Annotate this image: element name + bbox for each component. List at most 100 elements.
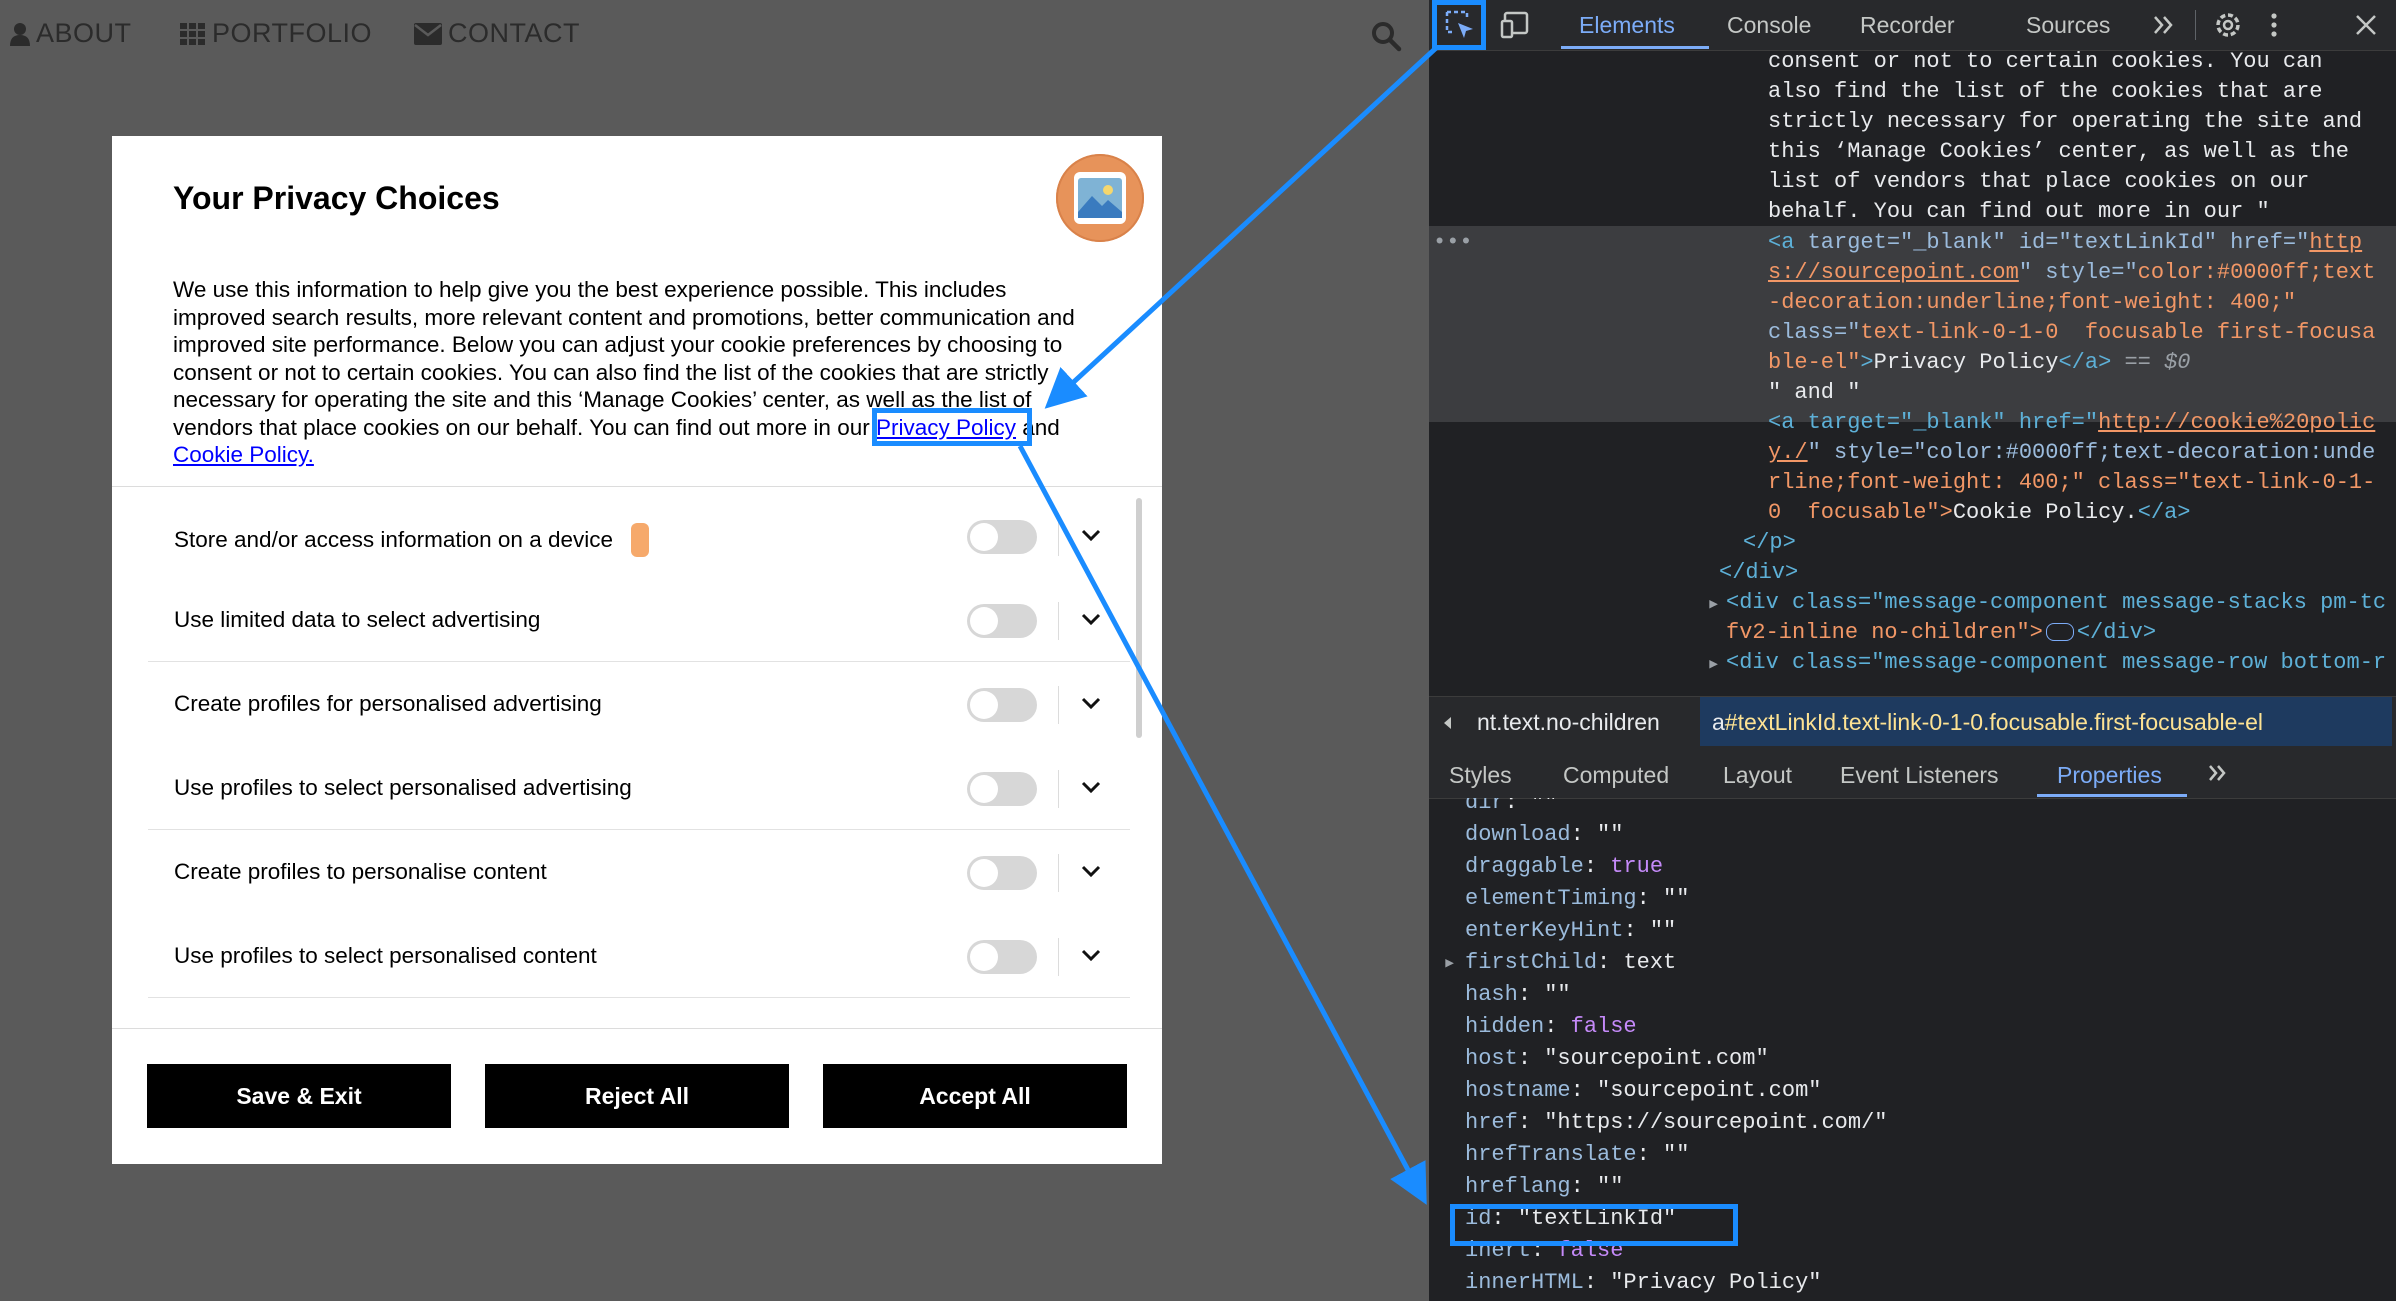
chevron-down-icon[interactable]: [1080, 944, 1102, 966]
more-tabs-icon[interactable]: [2147, 8, 2181, 42]
tab-styles[interactable]: Styles: [1449, 762, 1512, 789]
selected-anchor-line2: s://sourcepoint.com" style="color:#0000f…: [1768, 260, 2376, 285]
tab-properties[interactable]: Properties: [2057, 762, 2162, 789]
cookie-href-part2[interactable]: y./: [1768, 440, 1808, 465]
gear-icon[interactable]: [2211, 8, 2245, 42]
property-row[interactable]: download: "": [1465, 822, 1623, 847]
property-row[interactable]: hreflang: "": [1465, 1174, 1623, 1199]
user-icon: [10, 22, 30, 46]
chevron-down-icon[interactable]: [1080, 524, 1102, 546]
more-sidebar-tabs-icon[interactable]: [2203, 758, 2233, 793]
chevron-down-icon[interactable]: [1080, 776, 1102, 798]
chevron-down-icon[interactable]: [1080, 860, 1102, 882]
cookie-anchor-open: <a target="_blank" href=": [1768, 410, 2099, 435]
chevron-down-icon[interactable]: [1080, 692, 1102, 714]
purpose-label-wrap: Use profiles to select personalised cont…: [174, 943, 597, 969]
device-toolbar-icon[interactable]: [1499, 8, 1533, 42]
nav-contact[interactable]: CONTACT: [414, 18, 580, 49]
property-value: "sourcepoint.com": [1597, 1078, 1822, 1103]
class-value-part1: text-link-0-1-0 focusable first-focusa: [1860, 320, 2376, 345]
property-value: text: [1623, 950, 1677, 975]
purpose-toggle[interactable]: [967, 856, 1037, 890]
cookie-class-end: 0 focusable">: [1768, 500, 1953, 525]
active-sidebar-tab-indicator: [2037, 794, 2187, 797]
property-value: "": [1663, 1142, 1690, 1167]
expand-triangle-icon[interactable]: ▸: [1443, 950, 1456, 976]
purpose-row[interactable]: Use limited data to select advertising: [138, 578, 1130, 662]
dialog-title: Your Privacy Choices: [173, 180, 500, 216]
div-row-line[interactable]: <div class="message-component message-ro…: [1726, 648, 2386, 678]
node-actions-ellipsis[interactable]: •••: [1433, 228, 1473, 258]
href-link-part2[interactable]: s://sourcepoint.com: [1768, 260, 2019, 285]
row-divider: [148, 997, 1130, 998]
purpose-toggle[interactable]: [967, 940, 1037, 974]
purpose-toggle[interactable]: [967, 772, 1037, 806]
purpose-row[interactable]: Create profiles for personalised adverti…: [138, 662, 1118, 746]
href-link-part1[interactable]: http: [2309, 230, 2362, 255]
close-icon[interactable]: [2349, 8, 2383, 42]
chevron-left-icon[interactable]: [1439, 711, 1457, 729]
property-row[interactable]: hostname: "sourcepoint.com": [1465, 1078, 1821, 1103]
nav-portfolio[interactable]: PORTFOLIO: [180, 18, 372, 49]
reject-all-button[interactable]: Reject All: [485, 1064, 789, 1128]
tab-layout[interactable]: Layout: [1723, 762, 1792, 789]
purpose-row[interactable]: Use profiles to select personalised adve…: [138, 746, 1130, 830]
tab-recorder[interactable]: Recorder: [1860, 12, 1955, 39]
property-row[interactable]: dir: "": [1465, 798, 1557, 815]
property-key: firstChild: [1465, 950, 1598, 975]
tab-console[interactable]: Console: [1727, 12, 1811, 39]
cookie-anchor-line4: 0 focusable">Cookie Policy.</a>: [1768, 498, 2191, 528]
purpose-toggle[interactable]: [967, 688, 1037, 722]
cookie-anchor-text: Cookie Policy.: [1952, 500, 2138, 525]
property-key: innerHTML: [1465, 1270, 1584, 1295]
nav-about[interactable]: ABOUT: [10, 18, 132, 49]
property-row[interactable]: elementTiming: "": [1465, 886, 1689, 911]
nav-portfolio-label: PORTFOLIO: [212, 18, 373, 48]
breadcrumb-selector: #textLinkId.text-link-0-1-0.focusable.fi…: [1724, 709, 2263, 735]
cookie-style: " style="color:#0000ff;text-decoration:u…: [1807, 440, 2376, 465]
cookie-href-part1[interactable]: http://cookie%20polic: [2098, 410, 2375, 435]
div-stacks-line2: fv2-inline no-children"> </div>: [1726, 618, 2156, 648]
search-icon[interactable]: [1370, 20, 1402, 52]
kebab-menu-icon[interactable]: [2257, 8, 2291, 42]
div-stacks-line1[interactable]: <div class="message-component message-st…: [1726, 588, 2386, 618]
purpose-row[interactable]: Store and/or access information on a dev…: [138, 494, 1118, 578]
cookie-anchor-line1[interactable]: <a target="_blank" href="http://cookie%2…: [1768, 408, 2375, 438]
selected-anchor-line1[interactable]: <a target="_blank" id="textLinkId" href=…: [1768, 228, 2362, 258]
property-row[interactable]: hash: "": [1465, 982, 1571, 1007]
cookie-policy-link[interactable]: Cookie Policy.: [173, 442, 314, 467]
property-row[interactable]: enterKeyHint: "": [1465, 918, 1676, 943]
accept-all-button[interactable]: Accept All: [823, 1064, 1127, 1128]
breadcrumb-item-selected[interactable]: a#textLinkId.text-link-0-1-0.focusable.f…: [1712, 709, 2263, 736]
property-row[interactable]: draggable: true: [1465, 854, 1663, 879]
property-key: draggable: [1465, 854, 1584, 879]
attr-id: id="textLinkId": [2018, 230, 2217, 255]
property-row[interactable]: hrefTranslate: "": [1465, 1142, 1689, 1167]
property-key: enterKeyHint: [1465, 918, 1624, 943]
expand-triangle-icon[interactable]: ▸: [1707, 650, 1720, 680]
purpose-label: Use profiles to select personalised adve…: [174, 775, 632, 800]
tab-event-listeners[interactable]: Event Listeners: [1840, 762, 1999, 789]
tab-sources[interactable]: Sources: [2026, 12, 2110, 39]
tag-close: </a>: [2058, 350, 2112, 375]
property-key: hreflang: [1465, 1174, 1571, 1199]
property-key: hostname: [1465, 1078, 1571, 1103]
save-exit-button[interactable]: Save & Exit: [147, 1064, 451, 1128]
chevron-down-icon[interactable]: [1080, 608, 1102, 630]
tab-computed[interactable]: Computed: [1563, 762, 1669, 789]
dialog-scrollbar[interactable]: [1136, 498, 1142, 738]
expand-triangle-icon[interactable]: ▸: [1707, 590, 1720, 620]
collapsed-ellipsis-icon[interactable]: [2045, 623, 2074, 642]
purpose-toggle[interactable]: [967, 604, 1037, 638]
purpose-row[interactable]: Use profiles to select personalised cont…: [138, 914, 1130, 998]
property-row[interactable]: firstChild: text: [1465, 950, 1676, 975]
property-row[interactable]: href: "https://sourcepoint.com/": [1465, 1110, 1887, 1135]
anchor-text: Privacy Policy: [1873, 350, 2059, 375]
purpose-toggle[interactable]: [967, 520, 1037, 554]
purpose-row[interactable]: Create profiles to personalise content: [138, 830, 1118, 914]
property-row[interactable]: hidden: false: [1465, 1014, 1637, 1039]
property-row[interactable]: host: "sourcepoint.com": [1465, 1046, 1769, 1071]
property-row[interactable]: innerHTML: "Privacy Policy": [1465, 1270, 1821, 1295]
breadcrumb-item[interactable]: nt.text.no-children: [1477, 709, 1660, 736]
tab-elements[interactable]: Elements: [1579, 12, 1675, 39]
